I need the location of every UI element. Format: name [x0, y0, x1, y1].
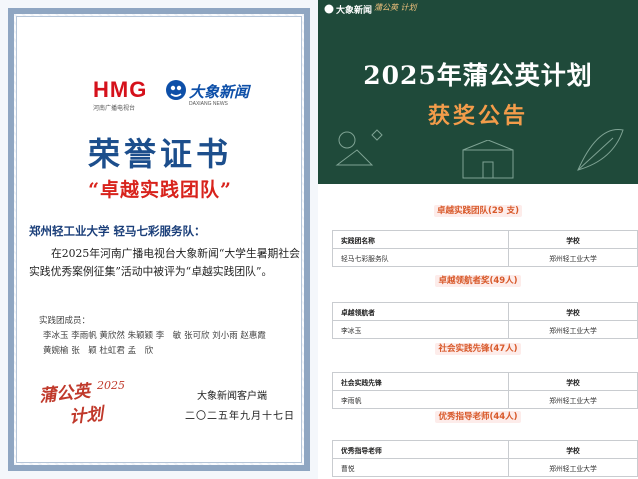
- table-cell: 郑州轻工业大学: [508, 320, 638, 339]
- seal-text: 计划: [68, 404, 105, 428]
- daxiang-logo: 大象新闻: [189, 83, 250, 101]
- members-line: 黄婉榆 张 颖 杜虹君 孟 欣: [43, 346, 154, 356]
- award-announcement: 大象新闻 蒲公英 计划 2025年蒲公英计划 获奖公告 卓越实践团队(29 支)…: [318, 0, 638, 479]
- table-cell: 轻马七彩服务队: [332, 248, 509, 267]
- table-cell: 郑州轻工业大学: [508, 390, 638, 409]
- section-heading: 社会实践先锋(47人): [318, 342, 638, 355]
- certificate-title: 荣誉证书: [87, 135, 232, 173]
- table-row: 李冰玉 郑州轻工业大学: [332, 320, 638, 339]
- chalkboard-header: 大象新闻 蒲公英 计划 2025年蒲公英计划 获奖公告: [318, 0, 638, 184]
- certificate-body: 在2025年河南广播电视台大象新闻“大学生暑期社会实践优秀案例征集”活动中被评为…: [29, 247, 300, 278]
- seal-year: 2025: [97, 379, 125, 392]
- table-header-cell: 学校: [508, 302, 638, 321]
- table-header-cell: 优秀指导老师: [332, 440, 509, 459]
- table-header-cell: 学校: [508, 230, 638, 249]
- logo-row: HMG 河南广播电视台 大象新闻 DAXIANG NEWS: [17, 77, 303, 117]
- announcement-title: 2025年蒲公英计划: [363, 61, 593, 90]
- hmg-subtitle: 河南广播电视台: [93, 106, 136, 112]
- table-header-row: 优秀指导老师 学校: [332, 440, 638, 459]
- table-row: 李雨帆 郑州轻工业大学: [332, 390, 638, 409]
- table-header-cell: 实践团名称: [332, 230, 509, 249]
- daxiang-logo-icon: [324, 4, 334, 14]
- team-name: 郑州轻工业大学 轻马七彩服务队：: [29, 224, 206, 238]
- daxiang-elephant-icon: [166, 80, 186, 100]
- table-cell: 郑州轻工业大学: [508, 458, 638, 477]
- composite-image: HMG 河南广播电视台 大象新闻 DAXIANG NEWS 荣誉证书 “卓越实践…: [0, 0, 638, 479]
- board-logo: 大象新闻: [336, 6, 373, 16]
- table-header-row: 卓越领航者 学校: [332, 302, 638, 321]
- announcement-subtitle: 获奖公告: [427, 103, 528, 129]
- award-table: 实践团名称 学校 轻马七彩服务队 郑州轻工业大学: [332, 230, 638, 267]
- table-row: 曹悦 郑州轻工业大学: [332, 458, 638, 477]
- section-heading: 卓越实践团队(29 支): [318, 204, 638, 217]
- board-mini-mark: 蒲公英 计划: [374, 3, 417, 12]
- award-table: 优秀指导老师 学校 曹悦 郑州轻工业大学: [332, 440, 638, 477]
- award-table: 卓越领航者 学校 李冰玉 郑州轻工业大学: [332, 302, 638, 339]
- section-heading: 卓越领航者奖(49人): [318, 274, 638, 287]
- certificate-inner: HMG 河南广播电视台 大象新闻 DAXIANG NEWS 荣誉证书 “卓越实践…: [16, 16, 302, 463]
- issuer: 大象新闻客户端: [197, 391, 267, 402]
- members-line: 李冰玉 李雨帆 黄欣然 朱颖颖 李 敏 张可欣 刘小雨 赵惠霞: [43, 331, 266, 341]
- section-heading: 优秀指导老师(44人): [318, 410, 638, 423]
- daxiang-subtitle: DAXIANG NEWS: [189, 101, 228, 107]
- dandelion-plan-seal: 蒲公英 2025 计划: [38, 379, 129, 429]
- table-header-row: 社会实践先锋 学校: [332, 372, 638, 391]
- table-header-cell: 学校: [508, 440, 638, 459]
- hmg-logo: HMG: [93, 77, 148, 102]
- award-table: 社会实践先锋 学校 李雨帆 郑州轻工业大学: [332, 372, 638, 409]
- table-header-cell: 社会实践先锋: [332, 372, 509, 391]
- table-header-row: 实践团名称 学校: [332, 230, 638, 249]
- table-row: 轻马七彩服务队 郑州轻工业大学: [332, 248, 638, 267]
- table-header-cell: 卓越领航者: [332, 302, 509, 321]
- table-cell: 曹悦: [332, 458, 509, 477]
- members-list: 李冰玉 李雨帆 黄欣然 朱颖颖 李 敏 张可欣 刘小雨 赵惠霞 黄婉榆 张 颖 …: [43, 329, 293, 359]
- award-list: 卓越实践团队(29 支) 实践团名称 学校 轻马七彩服务队 郑州轻工业大学 卓越…: [318, 184, 638, 479]
- issue-date: 二〇二五年九月十七日: [185, 411, 295, 422]
- table-header-cell: 学校: [508, 372, 638, 391]
- members-label: 实践团成员：: [39, 316, 91, 326]
- chalk-building-icon: [462, 140, 514, 179]
- table-cell: 李雨帆: [332, 390, 509, 409]
- table-cell: 李冰玉: [332, 320, 509, 339]
- award-name: “卓越实践团队”: [88, 179, 232, 201]
- table-cell: 郑州轻工业大学: [508, 248, 638, 267]
- honor-certificate: HMG 河南广播电视台 大象新闻 DAXIANG NEWS 荣誉证书 “卓越实践…: [0, 0, 318, 479]
